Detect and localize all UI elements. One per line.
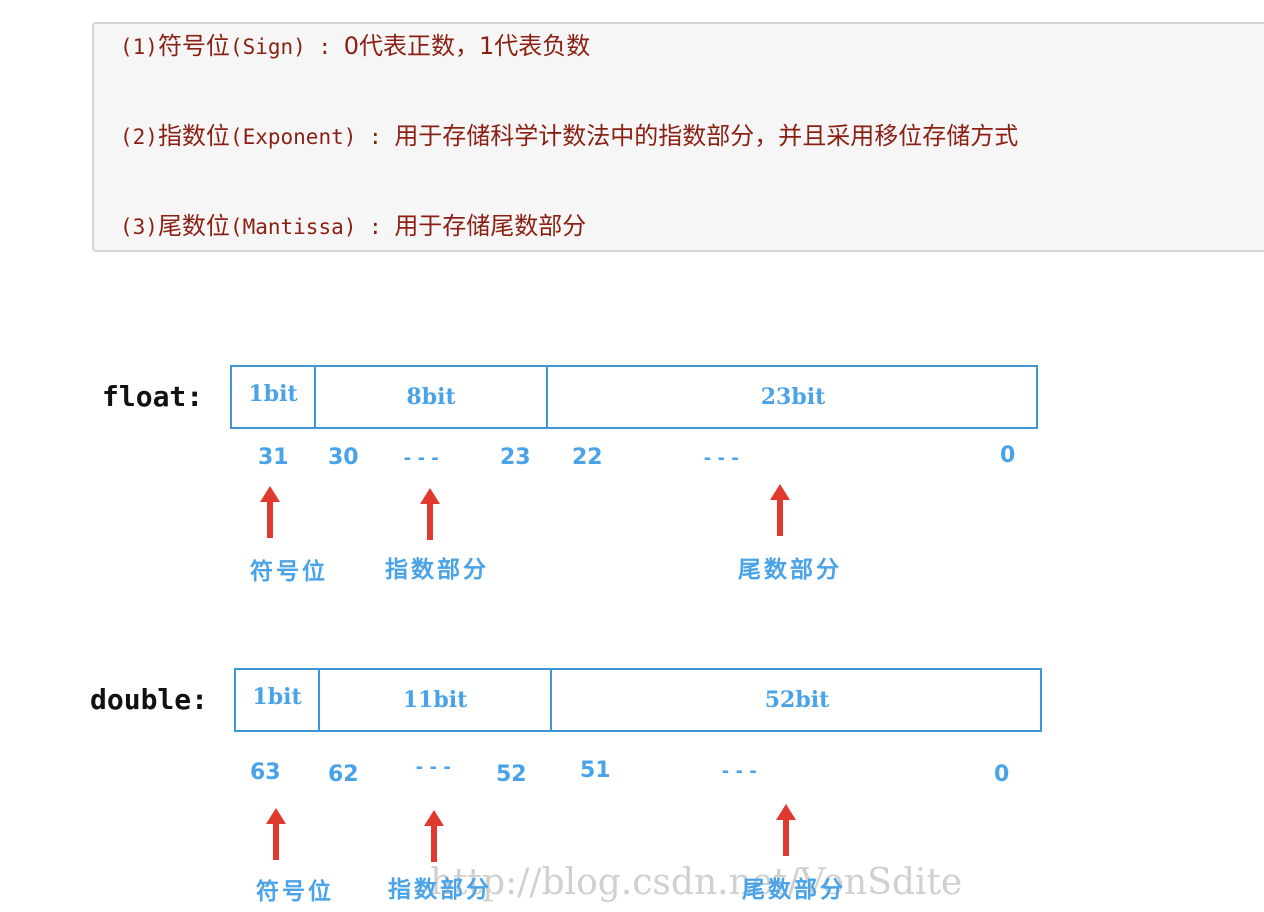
double-index-62: 62 (328, 762, 359, 787)
double-exponent-arrow-icon (424, 810, 444, 862)
double-mantissa-label: 尾数部分 (742, 877, 846, 903)
double-bit-box: 1bit 11bit 52bit (234, 668, 1042, 732)
watermark: http://blog.csdn.net/VonSdite (430, 862, 963, 903)
double-mantissa-segment: 52bit (550, 670, 1042, 730)
double-mantissa-dots: --- (720, 761, 762, 782)
double-type-label: double: (90, 683, 209, 716)
double-index-51: 51 (580, 758, 611, 783)
double-index-63: 63 (250, 760, 281, 785)
double-sign-segment: 1bit (252, 684, 302, 710)
double-bit-layout: double: 1bit 11bit 52bit 63 62 --- 52 51… (0, 0, 1264, 912)
double-exponent-label: 指数部分 (388, 877, 492, 903)
double-index-0: 0 (994, 762, 1010, 787)
double-mantissa-arrow-icon (776, 804, 796, 856)
double-sign-arrow-icon (266, 808, 286, 860)
double-exponent-segment: 11bit (318, 670, 550, 730)
double-index-52: 52 (496, 762, 527, 787)
double-sign-label: 符号位 (256, 879, 334, 905)
double-exponent-dots: --- (414, 757, 456, 778)
